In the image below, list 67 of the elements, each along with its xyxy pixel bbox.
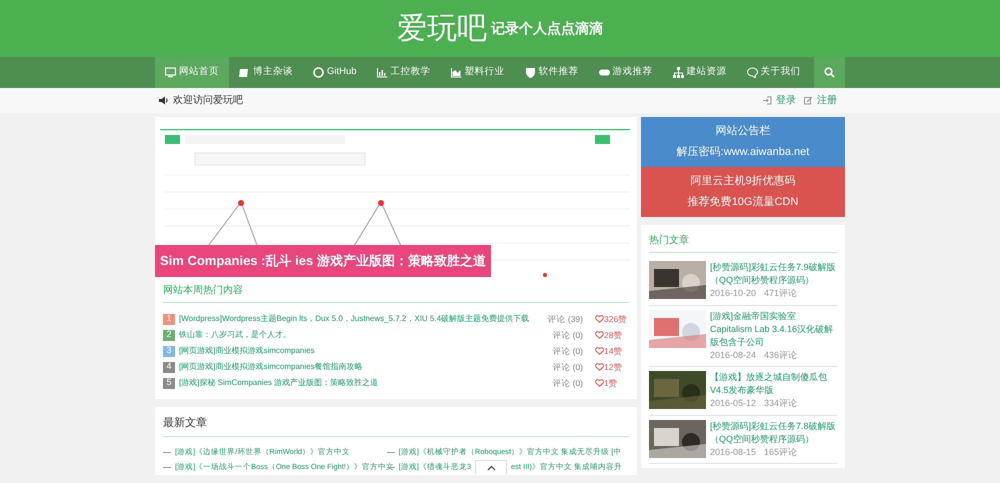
nav-link[interactable]: 塑料行业 — [440, 57, 515, 88]
auth-link[interactable]: 注册 — [817, 93, 837, 108]
nav-link[interactable]: 软件推荐 — [514, 57, 589, 88]
auth-link[interactable]: 登录 — [776, 93, 796, 108]
article-link[interactable]: [网页游戏]商业模拟游戏simcompanies餐馆指南攻略 — [179, 361, 363, 373]
welcome-text: 欢迎访问爱玩吧 — [173, 94, 243, 108]
area-chart-icon — [450, 67, 462, 78]
like-count: 326赞 — [604, 312, 628, 326]
post-date: 2016-08-24 — [710, 348, 756, 362]
comment-count: 评论 (0) — [552, 376, 583, 390]
nav-link[interactable]: 建站资源 — [662, 57, 737, 88]
comment-count: 评论 (0) — [552, 344, 583, 358]
site-tagline: 记录个人点点滴滴 — [491, 19, 603, 38]
like-count: 14赞 — [604, 344, 622, 358]
notice-text: 网站公告栏 — [714, 124, 772, 139]
section-title: 最新文章 — [163, 415, 629, 436]
rank-number: 2 — [163, 330, 175, 340]
comment-count: 评论 (39) — [548, 312, 583, 326]
comment-count: 165评论 — [764, 446, 798, 459]
nav-link[interactable]: 关于我们 — [736, 57, 811, 88]
monitor-icon — [165, 67, 176, 78]
rank-number: 4 — [163, 362, 175, 372]
section-title: 网站本周热门内容 — [163, 283, 629, 303]
article-link[interactable]: [Wordpress]Wordpress主题Begin lts，Dux 5.0，Justnews_5.7.2，XIU 5.4破解版主题免费提供下载 — [179, 313, 530, 325]
like-count: 12赞 — [604, 360, 622, 374]
search-button[interactable] — [814, 57, 845, 88]
slide-caption: Sim Companies :乱斗 ies 游戏产业版图：策略致胜之道 — [155, 245, 491, 276]
comment-count: 评论 (0) — [552, 328, 583, 342]
notice-text: 推荐免费10G流量CDN — [686, 194, 800, 210]
speech-bubble-icon — [746, 67, 758, 78]
nav-link[interactable]: GitHub — [303, 57, 367, 88]
nav-link[interactable]: 游戏推荐 — [588, 57, 663, 88]
like-count: 1赞 — [604, 376, 618, 390]
article-link[interactable]: [网页游戏]商业模拟游戏simcompanies — [179, 345, 315, 357]
post-date: 2016-05-12 — [710, 397, 756, 410]
article-link[interactable]: [秒赞源码]彩虹云任务7.9破解版（QQ空间秒赞程序源码） — [710, 261, 837, 288]
back-to-top-button[interactable] — [475, 460, 508, 474]
like-count: 28赞 — [604, 328, 622, 342]
sitemap-icon — [672, 67, 684, 78]
article-link[interactable]: 【游戏】放逐之城自制傻瓜包V4.5发布豪华版 — [710, 371, 837, 398]
pencil-icon — [804, 96, 813, 105]
rank-number: 3 — [163, 346, 175, 356]
article-link[interactable]: [游戏]探秘 SimCompanies 游戏产业版图：策略致胜之道 — [179, 377, 378, 389]
speaker-icon — [159, 96, 169, 105]
article-link[interactable]: [秒赞源码]彩虹云任务7.8破解版（QQ空间秒赞程序源码） — [710, 420, 837, 446]
nav-link[interactable]: 工控教学 — [366, 57, 441, 88]
chevron-up-icon — [486, 464, 496, 470]
nav-link[interactable]: 网站首页 — [155, 57, 229, 88]
section-title: 热门文章 — [649, 233, 837, 253]
comment-count: 334评论 — [764, 397, 798, 410]
nav-link[interactable]: 博主杂谈 — [229, 57, 303, 88]
site-title: 爱玩吧 — [397, 14, 487, 44]
notice-text: 解压密码:www.aiwanba.net — [676, 144, 810, 160]
article-link[interactable]: 铁山靠：八岁习武，是个人才。 — [179, 329, 291, 341]
bar-chart-icon — [376, 67, 388, 78]
shield-icon — [524, 67, 536, 78]
article-link[interactable]: [游戏]金融帝国实验室Capitalism Lab 3.4.16汉化破解版包含子公司 — [710, 310, 837, 349]
login-icon — [763, 96, 772, 105]
notice-text: 阿里云主机9折优惠码 — [689, 174, 797, 189]
comment-count: 436评论 — [764, 348, 798, 362]
rank-number: 1 — [163, 314, 175, 324]
rank-number: 5 — [163, 378, 175, 388]
comment-count: 471评论 — [764, 287, 798, 300]
post-date: 2016-08-15 — [710, 446, 756, 459]
search-icon — [824, 67, 835, 78]
comment-count: 评论 (0) — [552, 360, 583, 374]
post-date: 2016-10-20 — [710, 287, 756, 300]
